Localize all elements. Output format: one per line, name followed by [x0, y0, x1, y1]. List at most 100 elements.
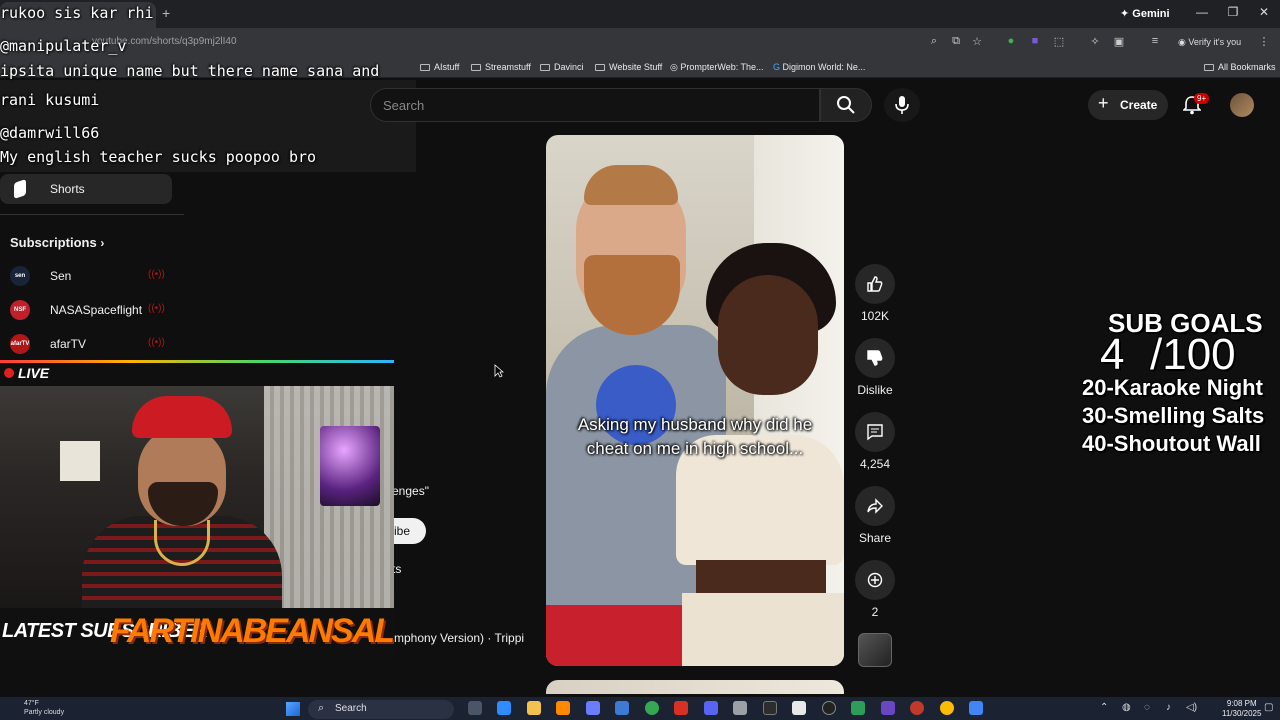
sub-goal-item: 30-Smelling Salts [1082, 403, 1265, 428]
chat-message: rani kusumi [0, 91, 100, 109]
all-bookmarks[interactable]: All Bookmarks [1204, 62, 1276, 72]
chrome-icon[interactable] [940, 701, 954, 715]
profile-button[interactable]: ◉ Verify it's you [1178, 37, 1241, 48]
channel-avatar: sen [10, 266, 30, 286]
channel-avatar: afarTV [10, 334, 30, 354]
task-view-icon[interactable] [468, 701, 482, 715]
plus-icon: + [1098, 93, 1109, 113]
sub-goal-item: 40-Shoutout Wall [1082, 431, 1261, 456]
menu-icon[interactable]: ⋮ [1256, 35, 1272, 48]
g-icon: G [773, 62, 783, 72]
minimize-icon[interactable]: — [1188, 5, 1216, 19]
like-button[interactable] [855, 264, 895, 304]
live-dot-icon [4, 368, 14, 378]
microphone-icon[interactable]: ♪ [1166, 702, 1171, 713]
tray-app-icon[interactable]: ◌ [1144, 702, 1150, 713]
comment-icon [867, 424, 883, 441]
search-input[interactable]: Search [370, 88, 820, 122]
close-icon[interactable]: ✕ [1250, 5, 1278, 19]
folder-icon [1204, 64, 1214, 71]
remix-count: 2 [871, 605, 879, 619]
account-avatar[interactable] [1230, 93, 1254, 117]
comments-button[interactable] [855, 412, 895, 452]
shorts-video-player[interactable]: Asking my husband why did he cheat on me… [546, 135, 844, 666]
sidebar-divider [0, 214, 184, 215]
windows-taskbar [0, 697, 1280, 720]
speaker-icon[interactable]: ◁) [1186, 702, 1197, 713]
tray-app-icon[interactable]: ◍ [1122, 702, 1131, 713]
copilot-icon[interactable] [497, 701, 511, 715]
partial-song-text: mphony Version) · Trippi [394, 631, 525, 645]
sidebar-item-shorts[interactable]: Shorts [0, 174, 172, 204]
bookmark-star-icon[interactable]: ☆ [969, 35, 985, 48]
tray-chevron-icon[interactable]: ⌃ [1100, 702, 1108, 713]
new-tab-icon[interactable]: + [162, 5, 170, 21]
app-icon[interactable] [851, 701, 865, 715]
live-strip [0, 360, 394, 386]
sub-goal-item: 20-Karaoke Night [1082, 375, 1263, 400]
extensions-icon[interactable]: ⬚ [1051, 35, 1067, 48]
bookmark-aistuff[interactable]: AIstuff [420, 62, 459, 72]
app-icon[interactable] [969, 701, 983, 715]
restore-icon[interactable]: ❐ [1219, 5, 1247, 19]
extension-phone-icon[interactable]: ● [1003, 35, 1019, 47]
discord-icon[interactable] [704, 701, 718, 715]
bookmark-davinci[interactable]: Davinci [540, 62, 584, 72]
bookmark-digimon[interactable]: G Digimon World: Ne... [773, 62, 865, 72]
bookmark-label: AIstuff [434, 62, 460, 72]
channel-name: Sen [50, 269, 72, 283]
voice-search-button[interactable] [884, 88, 920, 122]
app-icon[interactable] [733, 701, 747, 715]
subscription-afartv[interactable]: afarTV afarTV ((•)) [10, 333, 170, 357]
subscriptions-header[interactable]: Subscriptions › [10, 235, 104, 250]
install-icon[interactable]: ⧉ [948, 35, 964, 48]
extension-p-icon[interactable]: ■ [1027, 35, 1043, 47]
mouse-cursor-icon [494, 364, 504, 378]
profile-label: Verify it's you [1188, 37, 1242, 47]
clock-time: 9:08 PM [1226, 699, 1257, 708]
folder-icon [595, 64, 605, 71]
weather-widget[interactable]: 47°F Partly cloudy [24, 699, 64, 717]
audio-thumbnail[interactable] [858, 633, 892, 667]
zoom-icon[interactable]: ⌕ [926, 35, 942, 48]
app-icon[interactable] [586, 701, 600, 715]
bookmark-prompterweb[interactable]: ◎ PrompterWeb: The... [670, 62, 764, 73]
obs-icon[interactable] [822, 701, 836, 715]
bookmark-streamstuff[interactable]: Streamstuff [471, 62, 531, 72]
remix-button[interactable] [855, 560, 895, 600]
search-icon: ⌕ [318, 702, 325, 714]
taskbar-search-label: Search [335, 703, 367, 714]
partial-challenges-text: enges" [392, 484, 429, 498]
app-icon[interactable] [910, 701, 924, 715]
share-button[interactable] [855, 486, 895, 526]
app-icon[interactable] [881, 701, 895, 715]
bookmark-label: Streamstuff [485, 62, 531, 72]
chrome-icon[interactable] [645, 701, 659, 715]
search-icon [837, 96, 855, 114]
search-button[interactable] [820, 88, 872, 122]
app-icon[interactable] [615, 701, 629, 715]
subscription-sen[interactable]: sen Sen ((•)) [10, 265, 170, 289]
gemini-button[interactable]: ✦ Gemini [1120, 7, 1170, 20]
app-icon[interactable] [763, 701, 777, 715]
reading-list-icon[interactable]: ▣ [1111, 35, 1127, 48]
thumbs-down-icon [867, 350, 883, 366]
file-explorer-icon[interactable] [527, 701, 541, 715]
taskbar-search[interactable]: ⌕ Search [308, 700, 454, 719]
latest-subscriber-banner: LATEST SUBSCRIBER FARTINABEANSALO [0, 608, 394, 660]
live-label: LIVE [18, 365, 50, 381]
app-icon[interactable] [556, 701, 570, 715]
folder-icon [420, 64, 430, 71]
bookmark-website-stuff[interactable]: Website Stuff [595, 62, 662, 72]
create-button[interactable]: + Create [1088, 90, 1168, 120]
subscription-nasaspaceflight[interactable]: NSF NASASpaceflight ((•)) [10, 299, 170, 323]
tab-search-icon[interactable]: ≡ [1147, 35, 1163, 47]
windows-start-icon[interactable] [286, 702, 300, 716]
pin-icon[interactable]: ✧ [1087, 35, 1103, 48]
next-short-preview[interactable] [546, 680, 844, 694]
app-icon[interactable] [674, 701, 688, 715]
dislike-button[interactable] [855, 338, 895, 378]
taskbar-clock[interactable]: 9:08 PM 11/30/2025 [1222, 699, 1261, 719]
notification-center-icon[interactable]: ▢ [1264, 702, 1273, 713]
app-icon[interactable] [792, 701, 806, 715]
